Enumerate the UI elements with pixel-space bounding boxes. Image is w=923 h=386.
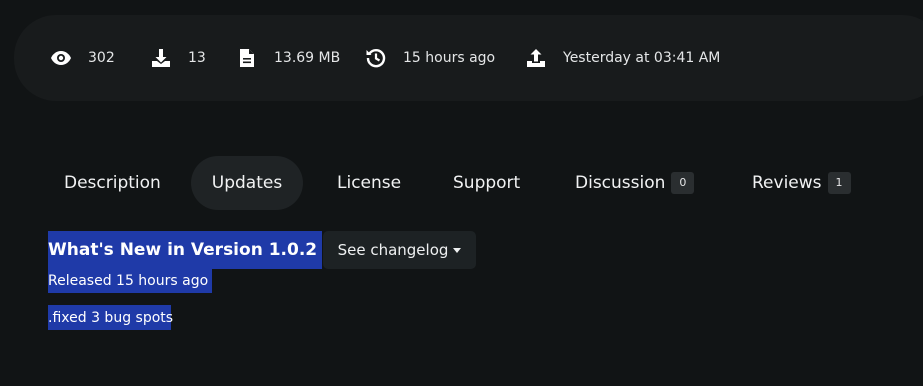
release-time: Released 15 hours ago [48,269,212,293]
tab-support[interactable]: Support [453,156,520,210]
tab-discussion[interactable]: Discussion 0 [575,156,695,210]
reviews-count-badge: 1 [827,172,851,194]
update-title-text: What's New in Version 1.0.2 [48,240,318,260]
downloads-stat: 13 [150,15,206,101]
tab-description[interactable]: Description [64,156,161,210]
updated-stat: 15 hours ago [365,15,495,101]
update-note: .fixed 3 bug spots [48,305,174,330]
size-stat: 13.69 MB [236,15,340,101]
eye-icon [50,47,72,69]
file-icon [236,47,258,69]
changelog-label: See changelog [337,241,449,259]
tab-label: Discussion [575,173,666,193]
tab-updates[interactable]: Updates [191,156,303,210]
views-count: 302 [88,50,115,66]
stats-bar: 302 13 13.69 MB 15 hours ago Yesterday a… [14,15,923,101]
discussion-count-badge: 0 [671,172,695,194]
file-size: 13.69 MB [274,50,341,66]
uploaded-date: Yesterday at 03:41 AM [563,50,721,66]
history-icon [365,47,387,69]
updated-time: 15 hours ago [403,50,496,66]
downloads-count: 13 [188,50,206,66]
views-stat: 302 [50,15,115,101]
tab-label: Support [453,173,521,193]
uploaded-stat: Yesterday at 03:41 AM [525,15,720,101]
tab-license[interactable]: License [337,156,401,210]
tab-label: Updates [211,173,283,193]
tab-reviews[interactable]: Reviews 1 [752,156,851,210]
update-title: What's New in Version 1.0.2 [48,231,322,269]
update-note-text: .fixed 3 bug spots [48,309,174,326]
upload-icon [525,47,547,69]
see-changelog-button[interactable]: See changelog [323,231,476,269]
caret-down-icon [453,247,462,253]
release-time-text: Released 15 hours ago [48,273,209,289]
download-icon [150,47,172,69]
tab-label: Description [64,173,161,193]
tab-label: License [337,173,402,193]
tab-bar: Description Updates License Support Disc… [0,156,923,210]
tab-label: Reviews [752,173,822,193]
